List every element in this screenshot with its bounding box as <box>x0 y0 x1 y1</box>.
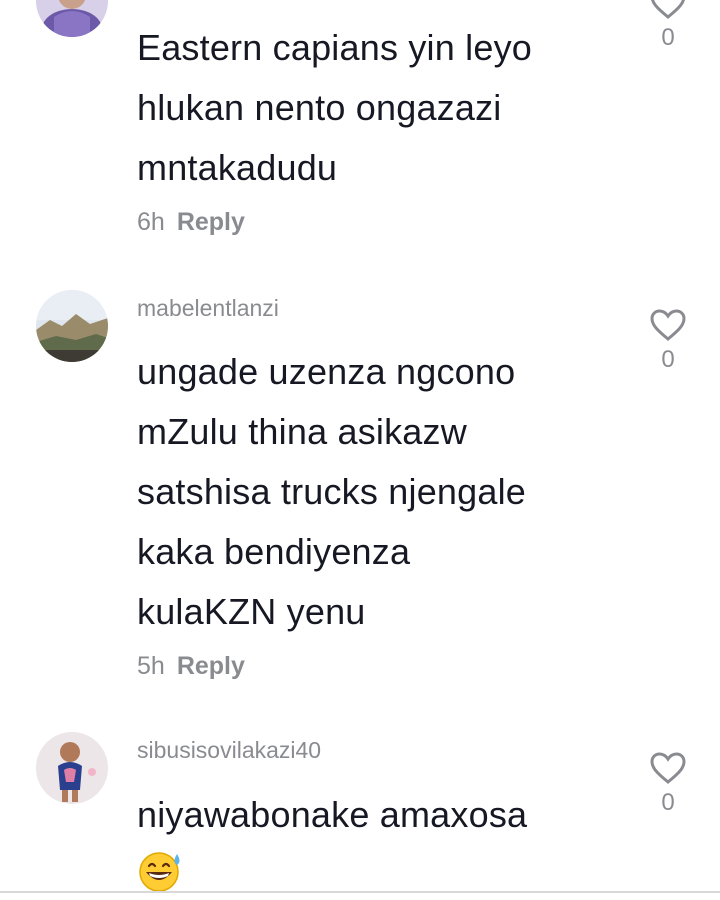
like-count: 0 <box>661 24 675 51</box>
heart-icon <box>650 309 686 341</box>
comment-time: 5h <box>137 652 165 680</box>
comment-text: niyawabonake amaxosa <box>137 794 528 835</box>
comment-username[interactable]: sibusisovilakazi40 <box>137 737 321 764</box>
grinning-sweat-emoji-icon <box>137 850 185 897</box>
comment-text: Eastern capians yin leyo hlukan nento on… <box>137 27 533 188</box>
comment-time: 6h <box>137 208 165 236</box>
avatar[interactable] <box>36 290 108 362</box>
comment-meta: 6h Reply <box>137 208 245 237</box>
like-count: 0 <box>661 789 675 816</box>
like-button[interactable]: 0 <box>645 751 691 817</box>
avatar[interactable] <box>36 0 108 37</box>
heart-icon <box>651 0 685 19</box>
avatar[interactable] <box>36 732 108 804</box>
comment-username[interactable]: mabelentlanzi <box>137 295 279 322</box>
divider <box>0 891 720 893</box>
reply-button[interactable]: Reply <box>177 652 245 680</box>
like-button[interactable]: 0 <box>645 308 691 374</box>
like-count: 0 <box>661 346 675 373</box>
comment-text: ungade uzenza ngcono mZulu thina asikazw… <box>137 351 527 632</box>
comment-meta: 5h Reply <box>137 652 245 681</box>
reply-button[interactable]: Reply <box>177 208 245 236</box>
like-button[interactable]: 0 <box>645 0 691 52</box>
heart-icon <box>650 752 686 784</box>
